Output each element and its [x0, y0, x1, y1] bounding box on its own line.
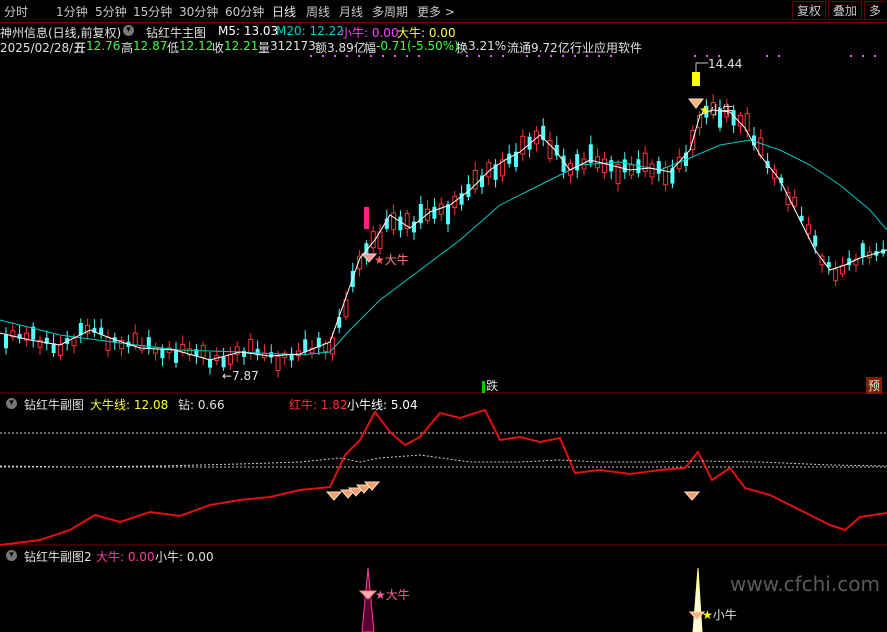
daniu-sub-diamond-icon [358, 590, 378, 600]
sub2-title: 钻红牛副图2 [24, 550, 92, 564]
sub1-xiaoniu-line-value: 小牛线: 5.04 [347, 398, 418, 412]
kline-chart [0, 55, 887, 632]
fall-marker-label: 跌 [486, 379, 499, 393]
sub2-xiaoniu-tag: ★小牛 [702, 606, 737, 623]
sub1-red-line [0, 408, 887, 546]
sub1-daniu-line-value: 大牛线: 12.08 [90, 398, 169, 412]
star-icon: ★ [699, 103, 710, 117]
star-icon: ★ [375, 588, 386, 602]
high-price-label: 14.44 [708, 57, 743, 71]
xiaoniu-main-tag: ★小牛 [699, 101, 734, 118]
low-price-label: ←7.87 [222, 369, 259, 383]
star-icon: ★ [702, 608, 713, 622]
grid-lines [0, 392, 887, 546]
sub1-white-line [0, 454, 887, 468]
sub1-settings-icon[interactable]: ▾ [6, 398, 17, 409]
sub2-daniu-value: 大牛: 0.00 [96, 550, 155, 564]
candlesticks [4, 93, 886, 378]
ma20-line [0, 139, 887, 356]
sub1-hongniu-value: 红牛: 1.82 [289, 398, 348, 412]
watermark: www.cfchi.com [730, 572, 880, 596]
sub2-xiaoniu-value: 小牛: 0.00 [155, 550, 214, 564]
fall-marker: 跌 [482, 377, 498, 394]
sub2-settings-icon[interactable]: ▾ [6, 550, 17, 561]
xiaoniu-spike [692, 567, 703, 632]
daniu-spike [361, 567, 375, 632]
sub2-daniu-tag-label: 大牛 [385, 588, 410, 602]
sub2-xiaoniu-tag-label: 小牛 [712, 608, 737, 622]
diamond-markers [325, 481, 701, 501]
sub2-daniu-tag: ★大牛 [375, 586, 410, 603]
top-magenta-dots [310, 55, 876, 57]
sub1-zuan-value: 钻: 0.66 [178, 398, 225, 412]
high-pointer [695, 62, 708, 72]
high-marker [692, 72, 700, 86]
xiaoniu-main-label: 小牛 [709, 103, 734, 117]
star-icon: ★ [374, 253, 385, 267]
sub1-title: 钻红牛副图 [24, 398, 85, 412]
daniu-main-tag: ★大牛 [374, 251, 409, 268]
daniu-main-label: 大牛 [384, 253, 409, 267]
forecast-marker: 预 [866, 377, 883, 394]
